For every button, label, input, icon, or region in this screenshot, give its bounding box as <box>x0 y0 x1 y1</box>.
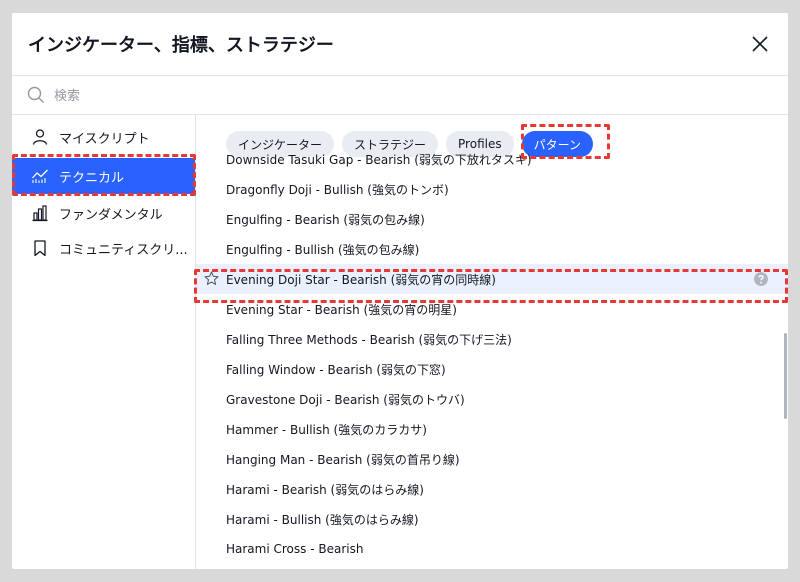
list-item[interactable]: Engulfing - Bullish (強気の包み線) <box>196 234 788 264</box>
list-item-hovered[interactable]: Evening Doji Star - Bearish (弱気の宵の同時線) <box>196 264 788 294</box>
dialog-header: インジケーター、指標、ストラテジー <box>12 13 788 76</box>
indicators-dialog: インジケーター、指標、ストラテジー マイスクリプト テクニカル <box>12 13 788 569</box>
list-item[interactable]: Falling Three Methods - Bearish (弱気の下げ三法… <box>196 324 788 354</box>
sidebar-item-my-scripts[interactable]: マイスクリプト <box>12 119 195 155</box>
list-item[interactable]: Downside Tasuki Gap - Bearish (弱気の下放れタスキ… <box>196 144 788 174</box>
list-item[interactable]: Harami Cross - Bearish <box>196 534 788 564</box>
sidebar-item-label: テクニカル <box>59 170 125 186</box>
list-item[interactable]: Dragonfly Doji - Bullish (強気のトンボ) <box>196 174 788 204</box>
list-item[interactable]: Hanging Man - Bearish (弱気の首吊り線) <box>196 444 788 474</box>
list-scrollbar[interactable] <box>784 333 787 419</box>
list-item[interactable]: Falling Window - Bearish (弱気の下窓) <box>196 354 788 384</box>
chart-line-icon <box>32 169 48 183</box>
search-bar <box>12 76 788 115</box>
sidebar-item-community-scripts[interactable]: コミュニティスクリ... <box>12 230 195 266</box>
close-button[interactable] <box>747 31 773 57</box>
bookmark-icon <box>34 240 46 257</box>
sidebar-item-label: マイスクリプト <box>59 131 150 147</box>
sidebar-item-label: コミュニティスクリ... <box>59 242 188 258</box>
list-item[interactable]: Gravestone Doji - Bearish (弱気のトウバ) <box>196 384 788 414</box>
close-icon <box>752 36 768 52</box>
help-icon[interactable] <box>754 272 768 286</box>
dialog-title: インジケーター、指標、ストラテジー <box>28 35 334 56</box>
category-sidebar: マイスクリプト テクニカル ファンダメンタル コミュニティスクリ... <box>12 115 196 569</box>
sidebar-item-fundamental[interactable]: ファンダメンタル <box>12 195 195 231</box>
star-icon[interactable] <box>204 271 219 286</box>
list-item[interactable]: Hammer - Bullish (強気のカラカサ) <box>196 414 788 444</box>
list-item[interactable]: Engulfing - Bearish (弱気の包み線) <box>196 204 788 234</box>
user-icon <box>32 129 48 145</box>
sidebar-item-label: ファンダメンタル <box>59 207 163 223</box>
list-item[interactable]: Harami - Bullish (強気のはらみ線) <box>196 504 788 534</box>
search-input[interactable] <box>52 82 756 110</box>
list-item[interactable]: Evening Star - Bearish (強気の宵の明星) <box>196 294 788 324</box>
bar-chart-icon <box>32 205 48 222</box>
sidebar-item-technical[interactable]: テクニカル <box>12 158 195 194</box>
list-item[interactable]: Harami - Bearish (弱気のはらみ線) <box>196 474 788 504</box>
pattern-list-panel: インジケーター ストラテジー Profiles パターン Downside Ta… <box>196 115 788 569</box>
search-icon <box>27 86 44 103</box>
